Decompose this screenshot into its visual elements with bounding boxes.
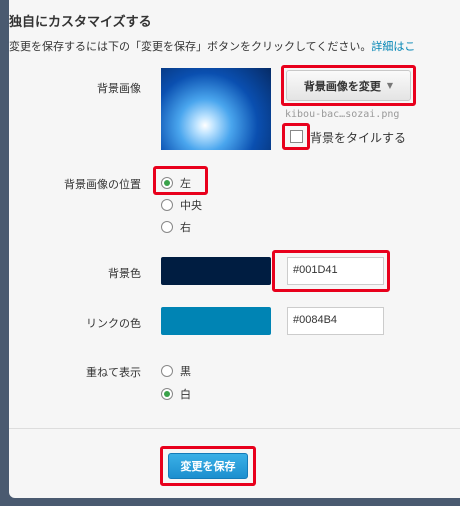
section-title: 独自にカスタマイズする — [9, 15, 152, 30]
details-link[interactable]: 詳細はこ — [371, 40, 415, 53]
highlight-tile-checkbox — [282, 123, 310, 150]
background-filename: kibou-bac…sozai.png — [285, 109, 400, 120]
overlay-white-radio[interactable] — [161, 388, 173, 400]
link-color-swatch[interactable] — [161, 307, 271, 335]
position-center-label[interactable]: 中央 — [180, 197, 202, 213]
highlight-save-button — [160, 446, 256, 486]
position-label: 背景画像の位置 — [64, 178, 141, 191]
customize-panel: 独自にカスタマイズする 変更を保存するには下の「変更を保存」ボタンをクリックして… — [9, 0, 460, 498]
link-color-input[interactable]: #0084B4 — [287, 307, 384, 335]
highlight-position-left — [153, 166, 208, 195]
position-right-label[interactable]: 右 — [180, 219, 191, 235]
overlay-white-label[interactable]: 白 — [180, 386, 191, 402]
highlight-change-button — [281, 65, 416, 106]
background-image-label: 背景画像 — [97, 82, 141, 95]
position-right-radio[interactable] — [161, 221, 173, 233]
link-color-label: リンクの色 — [86, 317, 141, 330]
tile-background-label[interactable]: 背景をタイルする — [310, 129, 406, 146]
background-color-label: 背景色 — [108, 267, 141, 280]
background-color-swatch[interactable] — [161, 257, 271, 285]
divider — [9, 428, 460, 429]
position-center-radio[interactable] — [161, 199, 173, 211]
overlay-black-radio[interactable] — [161, 365, 173, 377]
overlay-black-label[interactable]: 黒 — [180, 363, 191, 379]
background-image-preview — [161, 68, 271, 150]
section-description: 変更を保存するには下の「変更を保存」ボタンをクリックしてください。詳細はこ — [9, 38, 415, 54]
overlay-label: 重ねて表示 — [86, 366, 141, 379]
description-text: 変更を保存するには下の「変更を保存」ボタンをクリックしてください。 — [9, 40, 372, 53]
highlight-background-color — [272, 250, 390, 292]
